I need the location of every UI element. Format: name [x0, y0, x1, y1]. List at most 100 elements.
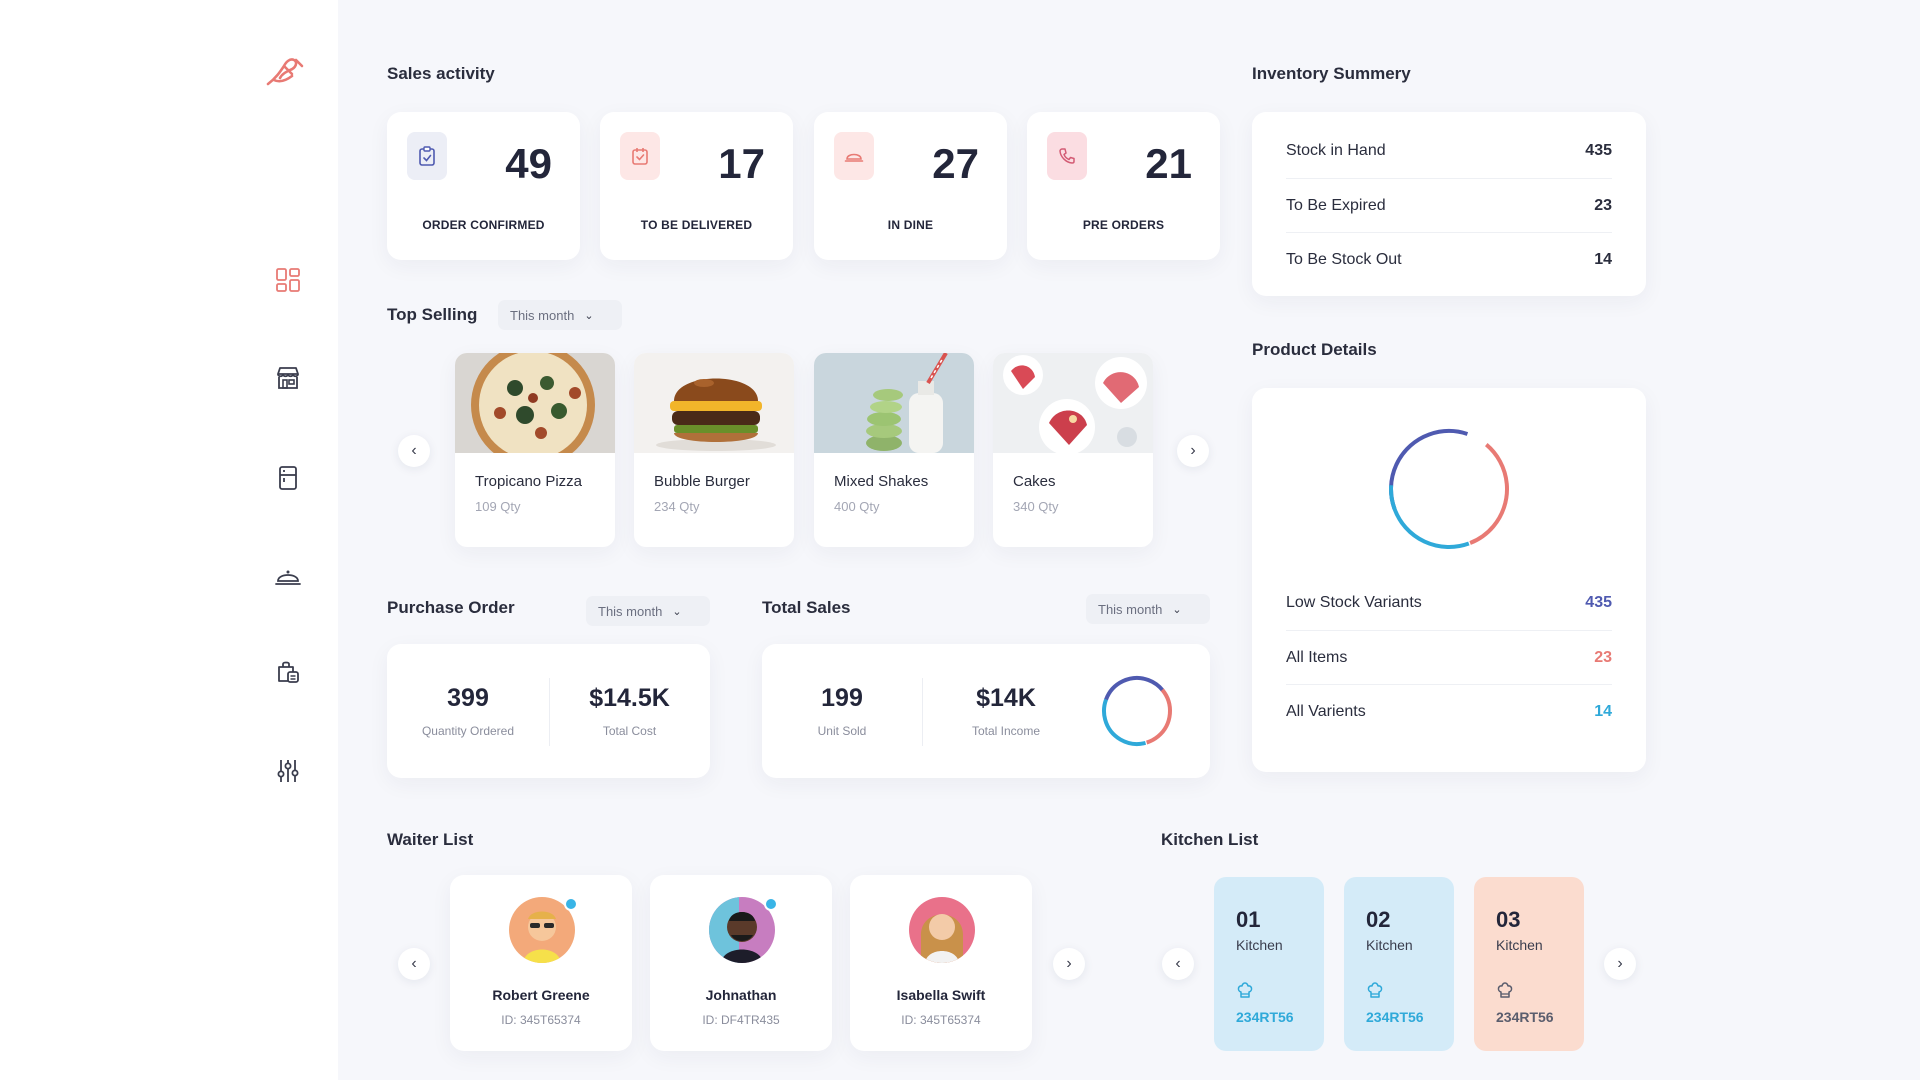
food-card-burger[interactable]: Bubble Burger 234 Qty [634, 353, 794, 547]
inventory-label: Stock in Hand [1286, 142, 1386, 159]
food-card-pizza[interactable]: Tropicano Pizza 109 Qty [455, 353, 615, 547]
stat-card-in-dine[interactable]: 27 IN DINE [814, 112, 1007, 260]
kitchen-code: 234RT56 [1366, 1009, 1424, 1025]
product-value: 14 [1594, 702, 1612, 720]
inventory-row: To Be Stock Out 14 [1286, 232, 1612, 286]
product-label: All Items [1286, 648, 1348, 666]
waiter-card[interactable]: Robert Greene ID: 345T65374 [450, 875, 632, 1051]
top-selling-filter-dropdown[interactable]: This month ⌄ [498, 300, 622, 330]
chevron-down-icon: ⌄ [584, 309, 594, 322]
product-ring-chart [1389, 428, 1509, 549]
chevron-right-icon: › [1066, 955, 1072, 972]
kitchen-number: 02 [1366, 907, 1391, 932]
dropdown-value: This month [1098, 601, 1163, 617]
chevron-right-icon: › [1190, 442, 1196, 459]
food-name: Bubble Burger [654, 473, 750, 490]
avatar [909, 897, 975, 963]
calendar-check-icon [620, 132, 660, 180]
inventory-row: To Be Expired 23 [1286, 178, 1612, 232]
inventory-label: To Be Stock Out [1286, 250, 1402, 268]
waiter-name: Isabella Swift [896, 987, 986, 1003]
kitchen-card[interactable]: 01 Kitchen 234RT56 [1214, 877, 1324, 1051]
food-qty: 340 Qty [1013, 499, 1059, 514]
kitchen-number: 01 [1236, 907, 1261, 932]
food-card-shakes[interactable]: Mixed Shakes 400 Qty [814, 353, 974, 547]
chevron-right-icon: › [1617, 955, 1623, 972]
waiter-id: ID: 345T65374 [501, 1013, 581, 1027]
stat-label: IN DINE [887, 218, 934, 232]
kitchen-label: Kitchen [1496, 937, 1543, 953]
nav-dine[interactable] [272, 560, 304, 592]
dropdown-value: This month [598, 603, 663, 619]
total-sales-title: Total Sales [762, 598, 851, 617]
chevron-left-icon: ‹ [411, 955, 417, 972]
top-selling-prev-button[interactable]: ‹ [398, 435, 430, 467]
food-cloche-icon [275, 570, 301, 585]
total-cost-label: Total Cost [602, 724, 657, 738]
food-qty: 400 Qty [834, 499, 880, 514]
total-income-value: $14K [976, 684, 1036, 712]
kitchen-card[interactable]: 03 Kitchen 234RT56 [1474, 877, 1584, 1051]
purchase-order-card: 399 Quantity Ordered $14.5K Total Cost [387, 644, 710, 778]
kitchen-card[interactable]: 02 Kitchen 234RT56 [1344, 877, 1454, 1051]
chevron-left-icon: ‹ [1175, 955, 1181, 972]
inventory-value: 23 [1594, 196, 1612, 214]
food-name: Tropicano Pizza [475, 473, 582, 490]
nav-orders[interactable] [272, 656, 304, 688]
nav-settings[interactable] [272, 755, 304, 787]
waiter-prev-button[interactable]: ‹ [398, 948, 430, 980]
food-qty: 234 Qty [654, 499, 700, 514]
purchase-order-title: Purchase Order [387, 598, 515, 617]
clipboard-check-icon [407, 132, 447, 180]
kitchen-prev-button[interactable]: ‹ [1162, 948, 1194, 980]
waiter-id: ID: 345T65374 [901, 1013, 981, 1027]
product-details-card: Low Stock Variants 435 All Items 23 All … [1252, 388, 1646, 772]
quantity-ordered-value: 399 [447, 684, 489, 712]
dine-cloche-icon [834, 132, 874, 180]
total-cost-value: $14.5K [589, 684, 670, 712]
chef-logo-icon[interactable] [262, 48, 306, 92]
cakes-image [993, 353, 1153, 455]
stat-card-order-confirmed[interactable]: 49 ORDER CONFIRMED [387, 112, 580, 260]
unit-sold-label: Unit Sold [817, 724, 867, 738]
inventory-value: 14 [1594, 250, 1612, 268]
waiter-list-title: Waiter List [387, 830, 474, 849]
stat-value: 21 [1145, 140, 1192, 187]
kitchen-next-button[interactable]: › [1604, 948, 1636, 980]
top-selling-next-button[interactable]: › [1177, 435, 1209, 467]
nav-inventory[interactable] [272, 462, 304, 494]
purchase-order-filter-dropdown[interactable]: This month ⌄ [586, 596, 710, 626]
total-sales-card: 199 Unit Sold $14K Total Income [762, 644, 1210, 778]
chef-hat-icon [1497, 982, 1513, 998]
online-status-icon [564, 897, 578, 911]
food-qty: 109 Qty [475, 499, 521, 514]
waiter-card[interactable]: Johnathan ID: DF4TR435 [650, 875, 832, 1051]
food-card-cakes[interactable]: Cakes 340 Qty [993, 353, 1153, 547]
nav-dashboard[interactable] [272, 264, 304, 296]
inventory-value: 435 [1585, 142, 1612, 159]
product-value: 435 [1585, 594, 1612, 611]
nav-store[interactable] [272, 362, 304, 394]
stat-value: 27 [932, 140, 979, 187]
kitchen-label: Kitchen [1236, 937, 1283, 953]
kitchen-code: 234RT56 [1236, 1009, 1294, 1025]
waiter-card[interactable]: Isabella Swift ID: 345T65374 [850, 875, 1032, 1051]
sliders-icon [277, 760, 299, 782]
waiter-next-button[interactable]: › [1053, 948, 1085, 980]
total-sales-filter-dropdown[interactable]: This month ⌄ [1086, 594, 1210, 624]
sidebar [0, 0, 338, 1080]
shakes-image [814, 353, 974, 453]
stat-card-pre-orders[interactable]: 21 PRE ORDERS [1027, 112, 1220, 260]
stat-card-to-be-delivered[interactable]: 17 TO BE DELIVERED [600, 112, 793, 260]
product-label: Low Stock Variants [1286, 594, 1422, 611]
pizza-image [455, 353, 615, 467]
phone-icon [1047, 132, 1087, 180]
chevron-down-icon: ⌄ [672, 605, 682, 618]
stat-label: TO BE DELIVERED [640, 218, 753, 232]
waiter-name: Robert Greene [492, 987, 590, 1003]
storefront-icon [277, 367, 299, 389]
inventory-label: To Be Expired [1286, 196, 1386, 214]
inventory-row: Stock in Hand 435 [1286, 124, 1612, 178]
sales-ring-chart [1102, 675, 1172, 746]
top-selling-title: Top Selling [387, 305, 478, 324]
